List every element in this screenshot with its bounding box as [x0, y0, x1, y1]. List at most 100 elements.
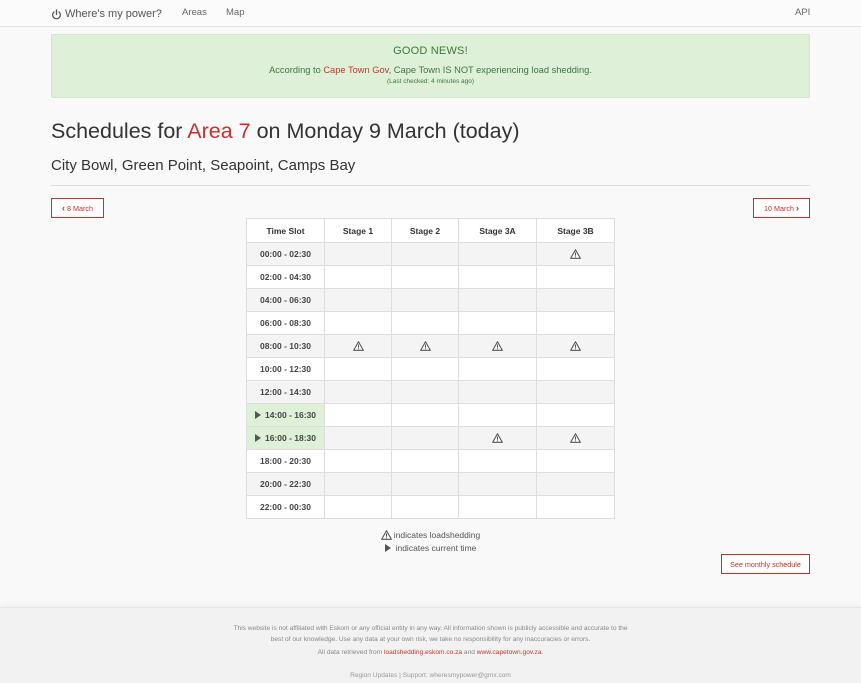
stage-1-cell	[324, 311, 392, 335]
time-slot-cell: 00:00 - 02:30	[246, 242, 325, 266]
warning-icon	[492, 433, 503, 444]
play-icon	[254, 411, 261, 419]
stage-1-cell	[324, 472, 392, 496]
footer-disclaimer-1: This website is not affiliated with Esko…	[233, 625, 628, 632]
legend-loadshedding-label: indicates loadshedding	[393, 530, 481, 540]
alert-message: According to Cape Town Gov, Cape Town IS…	[52, 65, 809, 75]
stage-1-cell	[324, 403, 392, 427]
footer-disclaimer-2: best of our knowledge. Use any data at y…	[270, 636, 591, 643]
legend-loadshedding: indicates loadshedding	[0, 530, 861, 540]
stage-3a-cell	[458, 426, 537, 450]
chevron-left-icon: ‹	[62, 203, 66, 213]
time-slot-label: 18:00 - 20:30	[259, 456, 312, 466]
capetown-link[interactable]: www.capetown.gov.za	[477, 649, 542, 656]
stage-1-cell	[324, 334, 392, 358]
time-slot-cell: 12:00 - 14:30	[246, 380, 325, 404]
header-stage-3b: Stage 3B	[536, 218, 615, 243]
stage-3b-cell	[536, 265, 615, 289]
stage-3b-cell	[536, 472, 615, 496]
stage-3a-cell	[458, 472, 537, 496]
footer-sources: All data retrieved from loadshedding.esk…	[0, 649, 861, 656]
schedule-row: 12:00 - 14:30	[246, 380, 615, 404]
schedule-row: 18:00 - 20:30	[246, 449, 615, 473]
cape-town-gov-link[interactable]: Cape Town Gov	[323, 65, 388, 75]
monthly-schedule-button[interactable]: See monthly schedule	[721, 554, 810, 574]
stage-2-cell	[391, 288, 459, 312]
header-stage-1: Stage 1	[324, 218, 392, 243]
next-day-label: 10 March	[764, 203, 794, 213]
play-icon	[254, 434, 261, 442]
schedule-body: 00:00 - 02:30 02:00 - 04:30 04:00 - 06:30 0…	[246, 242, 615, 519]
chevron-right-icon: ›	[795, 203, 799, 213]
stage-3a-cell	[458, 288, 537, 312]
status-alert: GOOD NEWS! According to Cape Town Gov, C…	[51, 34, 810, 98]
legend-current-time: indicates current time	[0, 543, 861, 553]
time-slot-label: 22:00 - 00:30	[259, 502, 312, 512]
schedule-row: 00:00 - 02:30	[246, 242, 615, 266]
stage-2-cell	[391, 380, 459, 404]
stage-2-cell	[391, 242, 459, 266]
footer-sources-prefix: All data retrieved from	[317, 649, 384, 656]
prev-day-button[interactable]: ‹ 8 March	[51, 198, 104, 218]
footer-sources-suffix: .	[541, 649, 544, 656]
stage-3a-cell	[458, 242, 537, 266]
time-slot-cell: 08:00 - 10:30	[246, 334, 325, 358]
header-stage-2: Stage 2	[391, 218, 459, 243]
stage-1-cell	[324, 449, 392, 473]
stage-2-cell	[391, 426, 459, 450]
page-title: Schedules for Area 7 on Monday 9 March (…	[51, 119, 520, 144]
schedule-row: 04:00 - 06:30	[246, 288, 615, 312]
stage-3a-cell	[458, 357, 537, 381]
stage-3a-cell	[458, 449, 537, 473]
power-icon	[52, 8, 61, 19]
nav-api-link[interactable]: API	[795, 7, 810, 18]
alert-prefix: According to	[269, 65, 324, 75]
footer-sources-mid: and	[462, 649, 477, 656]
stage-1-cell	[324, 357, 392, 381]
stage-1-cell	[324, 288, 392, 312]
stage-3b-cell	[536, 288, 615, 312]
eskom-link[interactable]: loadshedding.eskom.co.za	[384, 649, 462, 656]
last-checked-text: (Last checked: 4 minutes ago)	[386, 78, 475, 85]
stage-3b-cell	[536, 242, 615, 266]
next-day-button[interactable]: 10 March ›	[753, 198, 810, 218]
schedule-header-row: Time Slot Stage 1 Stage 2 Stage 3A Stage…	[246, 218, 615, 243]
time-slot-cell: 14:00 - 16:30	[246, 403, 325, 427]
divider	[51, 185, 810, 186]
header-stage-3a: Stage 3A	[458, 218, 537, 243]
title-prefix: Schedules for	[51, 119, 188, 143]
time-slot-cell: 04:00 - 06:30	[246, 288, 325, 312]
title-suffix: on Monday 9 March (today)	[250, 119, 520, 143]
stage-1-cell	[324, 495, 392, 519]
prev-day-label: 8 March	[67, 203, 93, 213]
stage-2-cell	[391, 357, 459, 381]
time-slot-label: 08:00 - 10:30	[259, 341, 312, 351]
time-slot-cell: 16:00 - 18:30	[246, 426, 325, 450]
stage-2-cell	[391, 495, 459, 519]
warning-icon	[492, 341, 503, 352]
stage-3b-cell	[536, 495, 615, 519]
area-suburbs: City Bowl, Green Point, Seapoint, Camps …	[51, 157, 356, 174]
time-slot-cell: 18:00 - 20:30	[246, 449, 325, 473]
brand-link[interactable]: Where's my power?	[51, 6, 162, 22]
nav-areas-link[interactable]: Areas	[182, 7, 207, 18]
schedule-table: Time Slot Stage 1 Stage 2 Stage 3A Stage…	[246, 218, 615, 519]
schedule-row: 10:00 - 12:30	[246, 357, 615, 381]
stage-3b-cell	[536, 334, 615, 358]
brand-label: Where's my power?	[65, 8, 162, 20]
nav-map-link[interactable]: Map	[226, 7, 244, 18]
warning-icon	[570, 341, 581, 352]
time-slot-cell: 10:00 - 12:30	[246, 357, 325, 381]
warning-icon	[570, 249, 581, 260]
time-slot-label: 12:00 - 14:30	[259, 387, 312, 397]
legend-current-label: indicates current time	[395, 543, 477, 553]
stage-2-cell	[391, 311, 459, 335]
warning-icon	[419, 341, 431, 352]
stage-3b-cell	[536, 403, 615, 427]
stage-2-cell	[391, 334, 459, 358]
alert-suffix: , Cape Town IS NOT experiencing load she…	[388, 65, 592, 75]
stage-3b-cell	[536, 311, 615, 335]
time-slot-cell: 06:00 - 08:30	[246, 311, 325, 335]
stage-3b-cell	[536, 380, 615, 404]
time-slot-cell: 02:00 - 04:30	[246, 265, 325, 289]
